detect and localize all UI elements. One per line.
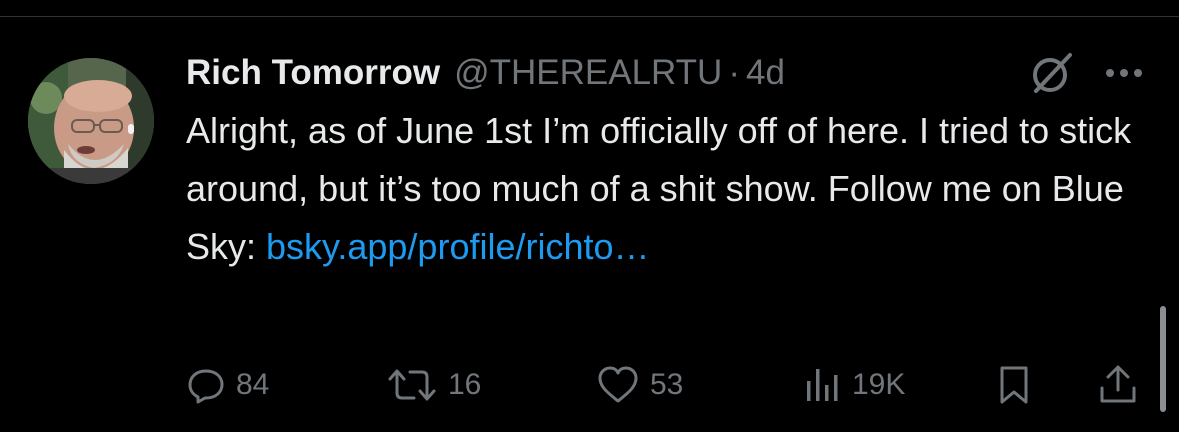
tweet-header: Rich Tomorrow @THEREALRTU · 4d (186, 44, 1156, 102)
like-button[interactable]: 53 (596, 360, 683, 410)
author-display-name[interactable]: Rich Tomorrow (186, 53, 440, 93)
reply-button[interactable]: 84 (186, 360, 269, 410)
reply-count: 84 (236, 368, 270, 401)
retweet-count: 16 (448, 368, 482, 401)
tweet-text: Alright, as of June 1st I’m officially o… (186, 102, 1156, 276)
reply-icon (188, 369, 224, 404)
header-icons (1030, 44, 1156, 102)
bookmark-icon (1000, 366, 1028, 404)
tweet-link[interactable]: bsky.app/profile/richto… (266, 226, 650, 267)
tweet-timestamp[interactable]: 4d (746, 53, 785, 93)
more-icon[interactable] (1104, 63, 1144, 83)
heart-icon (598, 366, 638, 403)
retweet-icon (388, 369, 436, 401)
share-button[interactable] (1098, 360, 1138, 410)
author-handle[interactable]: @THEREALRTU (454, 53, 722, 93)
views-button[interactable]: 19K (802, 360, 905, 410)
bookmark-button[interactable] (996, 360, 1032, 410)
top-divider (0, 16, 1179, 17)
retweet-button[interactable]: 16 (386, 360, 481, 410)
avatar-image (28, 58, 154, 184)
action-bar: 84 16 53 19K (186, 360, 1146, 410)
analytics-icon (807, 369, 838, 401)
share-icon (1100, 365, 1136, 403)
like-count: 53 (650, 368, 684, 401)
grok-icon[interactable] (1030, 51, 1074, 95)
tweet-body: Rich Tomorrow @THEREALRTU · 4d Alright, … (186, 44, 1156, 276)
views-count: 19K (852, 368, 906, 401)
separator-dot: · (728, 53, 740, 92)
scrollbar[interactable] (1160, 306, 1166, 412)
avatar[interactable] (28, 58, 154, 184)
